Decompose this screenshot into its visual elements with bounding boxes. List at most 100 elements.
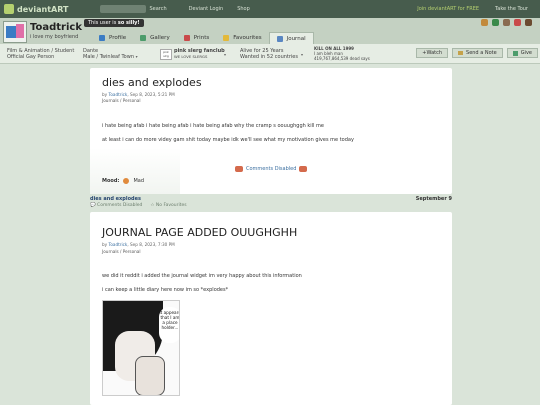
journal-entry: dies and explodes by Toadtrick, Sep 8, 2… (90, 68, 452, 194)
entry-text: i hate being afab i hate being afab i ha… (102, 123, 324, 129)
entry-category[interactable]: Journals / Personal (102, 98, 141, 103)
entry-category[interactable]: Journals / Personal (102, 249, 141, 254)
username[interactable]: Toadtrick (30, 22, 82, 33)
join-link[interactable]: Join deviantART for FREE (417, 6, 479, 12)
entry-byline: by Toadtrick, Sep 8, 2023, 7:30 PM (102, 242, 175, 247)
journal-icon (276, 35, 283, 42)
tab-journal[interactable]: Journal (268, 32, 314, 44)
comments-disabled: Comments Disabled (235, 166, 308, 172)
mood-label: Mood: (102, 178, 120, 184)
entry-byline: by Toadtrick, Sep 8, 2023, 5:21 PM (102, 92, 175, 97)
send-note-button[interactable]: Send a Note (452, 48, 503, 58)
avatar-art (16, 24, 24, 38)
tab-label: Profile (109, 35, 127, 41)
deviantart-logo-icon (4, 4, 14, 14)
club-sub: WE LOVE SLERGS (174, 54, 208, 59)
profile-role: Film & Animation / Student Official Gay … (7, 48, 74, 60)
watch-button[interactable]: +Watch (416, 48, 449, 58)
entry-text: i can keep a little diary here now im so… (102, 287, 229, 293)
top-nav-links: Deviant Login Shop (189, 6, 250, 12)
give-button[interactable]: Give (506, 48, 538, 58)
mad-emoticon-icon (123, 178, 130, 184)
comments-icon (235, 166, 243, 172)
avatar[interactable] (3, 21, 27, 43)
mood-value: Mad (133, 178, 144, 184)
stats-line: 419,767,864,539 dead says (314, 56, 370, 61)
journal-image[interactable]: it appears that I am a place holder... (102, 300, 180, 396)
search-button[interactable]: Search (149, 6, 166, 12)
tab-label: Gallery (150, 35, 170, 41)
give-icon (512, 50, 518, 56)
profile-tabs: Profile Gallery Prints Favourites Journa… (92, 32, 314, 44)
profile-location: Male / Twinleaf Town (83, 54, 134, 60)
chevron-down-icon: ▾ (135, 54, 138, 59)
footer-date: September 9 (415, 196, 452, 202)
shop-link[interactable]: Shop (237, 6, 250, 12)
role-line: Official Gay Person (7, 54, 55, 60)
club-badge: pnk slrg (160, 49, 172, 60)
top-navigation-bar: deviantART Search Deviant Login Shop Joi… (0, 0, 540, 18)
footer-comments-label: Comments Disabled (97, 203, 143, 208)
profile-name-location[interactable]: Dante Male / Twinleaf Town ▾ (83, 48, 138, 60)
entry-mood: Mood: Mad (102, 178, 144, 184)
star-icon (223, 35, 230, 41)
tooltip-text: This user is (88, 20, 118, 26)
send-note-label: Send a Note (466, 50, 497, 56)
chevron-down-icon[interactable]: ▾ (224, 52, 226, 57)
tagline: i love my boyfriend (30, 34, 79, 40)
entry-date: , Sep 8, 2023, 7:30 PM (127, 242, 175, 247)
tooltip-strong: so silly! (117, 20, 140, 26)
footer-meta: 💬 Comments Disabled ☆ No Favourites (90, 203, 187, 208)
footer-favourites-label: No Favourites (155, 203, 187, 208)
user-tooltip: This user is so silly! (84, 19, 144, 27)
profile-actions: +Watch Send a Note Give (416, 48, 538, 58)
author-link[interactable]: Toadtrick (108, 242, 127, 247)
deviant-login-link[interactable]: Deviant Login (189, 6, 224, 12)
note-icon (458, 51, 464, 55)
club-info[interactable]: pnk slrg pink slerg fanclub WE LOVE SLER… (160, 48, 225, 60)
comments-label: Comments Disabled (246, 166, 297, 172)
footer-comments: 💬 Comments Disabled (90, 203, 143, 208)
stats-info: KILL ON ALL 1999 I am bleh man 419,767,8… (314, 46, 370, 61)
comments-icon (299, 166, 308, 172)
author-link[interactable]: Toadtrick (108, 92, 127, 97)
emoticon-icon (525, 19, 532, 26)
tab-gallery[interactable]: Gallery (133, 32, 177, 44)
profile-header: Toadtrick i love my boyfriend This user … (0, 18, 540, 44)
emoticon-icon (481, 19, 488, 26)
entry-title[interactable]: dies and explodes (102, 76, 202, 89)
image-art (135, 356, 165, 395)
entry-footer: dies and explodes September 9 💬 Comments… (90, 196, 452, 210)
entry-date: , Sep 8, 2023, 5:21 PM (127, 92, 175, 97)
header-emoticons (481, 19, 532, 26)
tab-profile[interactable]: Profile (92, 32, 133, 44)
avatar-art (6, 26, 16, 38)
wanted-text: Wanted in 52 countries (240, 54, 298, 60)
logo-text: deviantART (17, 4, 69, 14)
chevron-down-icon[interactable]: ▾ (301, 52, 303, 57)
age-info: Alive for 25 Years Wanted in 52 countrie… (240, 48, 298, 60)
deviantart-logo[interactable]: deviantART (4, 4, 68, 14)
journal-entry: JOURNAL PAGE ADDED OUUGHGHH by Toadtrick… (90, 212, 452, 405)
tab-label: Prints (193, 35, 210, 41)
emoticon-icon (503, 19, 510, 26)
gallery-icon (140, 35, 147, 41)
search-bar: Search (100, 5, 167, 13)
emoticon-icon (514, 19, 521, 26)
entry-title[interactable]: JOURNAL PAGE ADDED OUUGHGHH (102, 226, 297, 239)
footer-favourites: ☆ No Favourites (150, 203, 187, 208)
tab-favourites[interactable]: Favourites (216, 32, 268, 44)
tab-prints[interactable]: Prints (177, 32, 217, 44)
footer-title[interactable]: dies and explodes (90, 196, 141, 202)
entry-fade (90, 148, 180, 194)
search-input[interactable] (100, 5, 147, 13)
profile-info-bar: Film & Animation / Student Official Gay … (0, 44, 540, 64)
profile-icon (99, 35, 105, 41)
top-right-links: Join deviantART for FREE Take the Tour (417, 6, 528, 12)
tab-label: Favourites (233, 35, 262, 41)
entry-text: we did it reddit i added the journal wid… (102, 273, 302, 279)
tour-link[interactable]: Take the Tour (495, 6, 528, 12)
prints-icon (183, 35, 190, 41)
tab-label: Journal (286, 35, 306, 42)
give-label: Give (520, 50, 532, 56)
